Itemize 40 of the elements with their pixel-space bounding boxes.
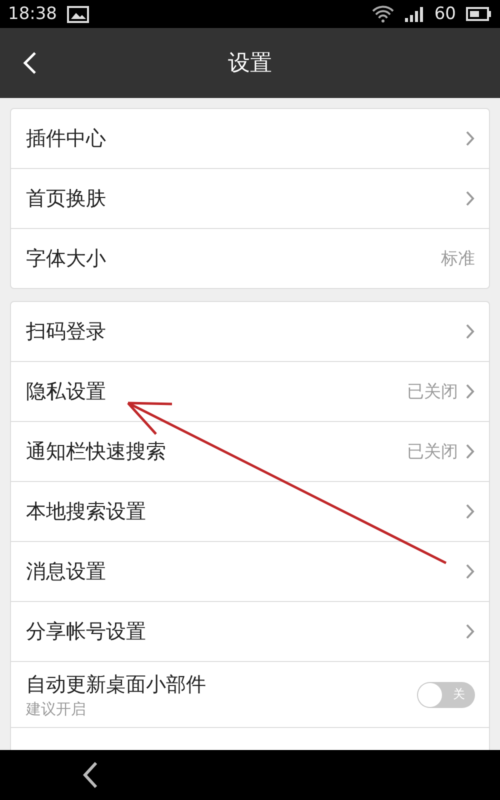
settings-row[interactable]: 首页换肤	[11, 168, 489, 228]
row-value: 已关闭	[407, 441, 458, 463]
chevron-icon	[466, 564, 475, 579]
chevron-icon	[466, 444, 475, 459]
settings-row[interactable]: 扫码登录	[11, 302, 489, 361]
settings-row[interactable]: 插件中心	[11, 109, 489, 168]
battery-level: 60	[434, 4, 456, 24]
chevron-icon	[466, 384, 475, 399]
chevron-icon	[466, 324, 475, 339]
chevron-icon	[466, 131, 475, 146]
settings-row[interactable]: 通知栏快速搜索 已关闭	[11, 421, 489, 481]
chevron-icon	[466, 624, 475, 639]
chevron-icon	[466, 191, 475, 206]
back-icon[interactable]	[82, 761, 98, 789]
row-label: 通知栏快速搜索	[26, 438, 166, 465]
chevron-icon	[466, 504, 475, 519]
wifi-icon	[372, 5, 394, 23]
row-hint: 建议开启	[26, 700, 87, 718]
row-label: 分享帐号设置	[26, 618, 146, 645]
row-label: 本地搜索设置	[26, 498, 146, 525]
row-label: 消息设置	[26, 558, 106, 585]
row-label: 自动更新桌面小部件	[26, 670, 206, 698]
back-icon	[23, 51, 37, 75]
row-value: 标准	[441, 248, 475, 270]
row-label: 首页换肤	[26, 185, 106, 212]
row-label: 隐私设置	[26, 378, 106, 405]
row-label: 字体大小	[26, 245, 106, 272]
settings-row[interactable]: 消息设置	[11, 541, 489, 601]
row-label: 插件中心	[26, 125, 106, 152]
settings-row[interactable]: 分享帐号设置	[11, 601, 489, 661]
row-value: 已关闭	[407, 381, 458, 403]
signal-icon	[404, 6, 424, 22]
settings-row[interactable]: 字体大小 标准	[11, 228, 489, 288]
settings-row[interactable]: 隐私设置 已关闭	[11, 361, 489, 421]
image-icon	[67, 6, 89, 22]
battery-icon	[466, 7, 492, 21]
status-time: 18:38	[8, 4, 57, 24]
row-label: 扫码登录	[26, 318, 106, 345]
page-title: 设置	[228, 50, 272, 78]
settings-row[interactable]: 本地搜索设置	[11, 481, 489, 541]
